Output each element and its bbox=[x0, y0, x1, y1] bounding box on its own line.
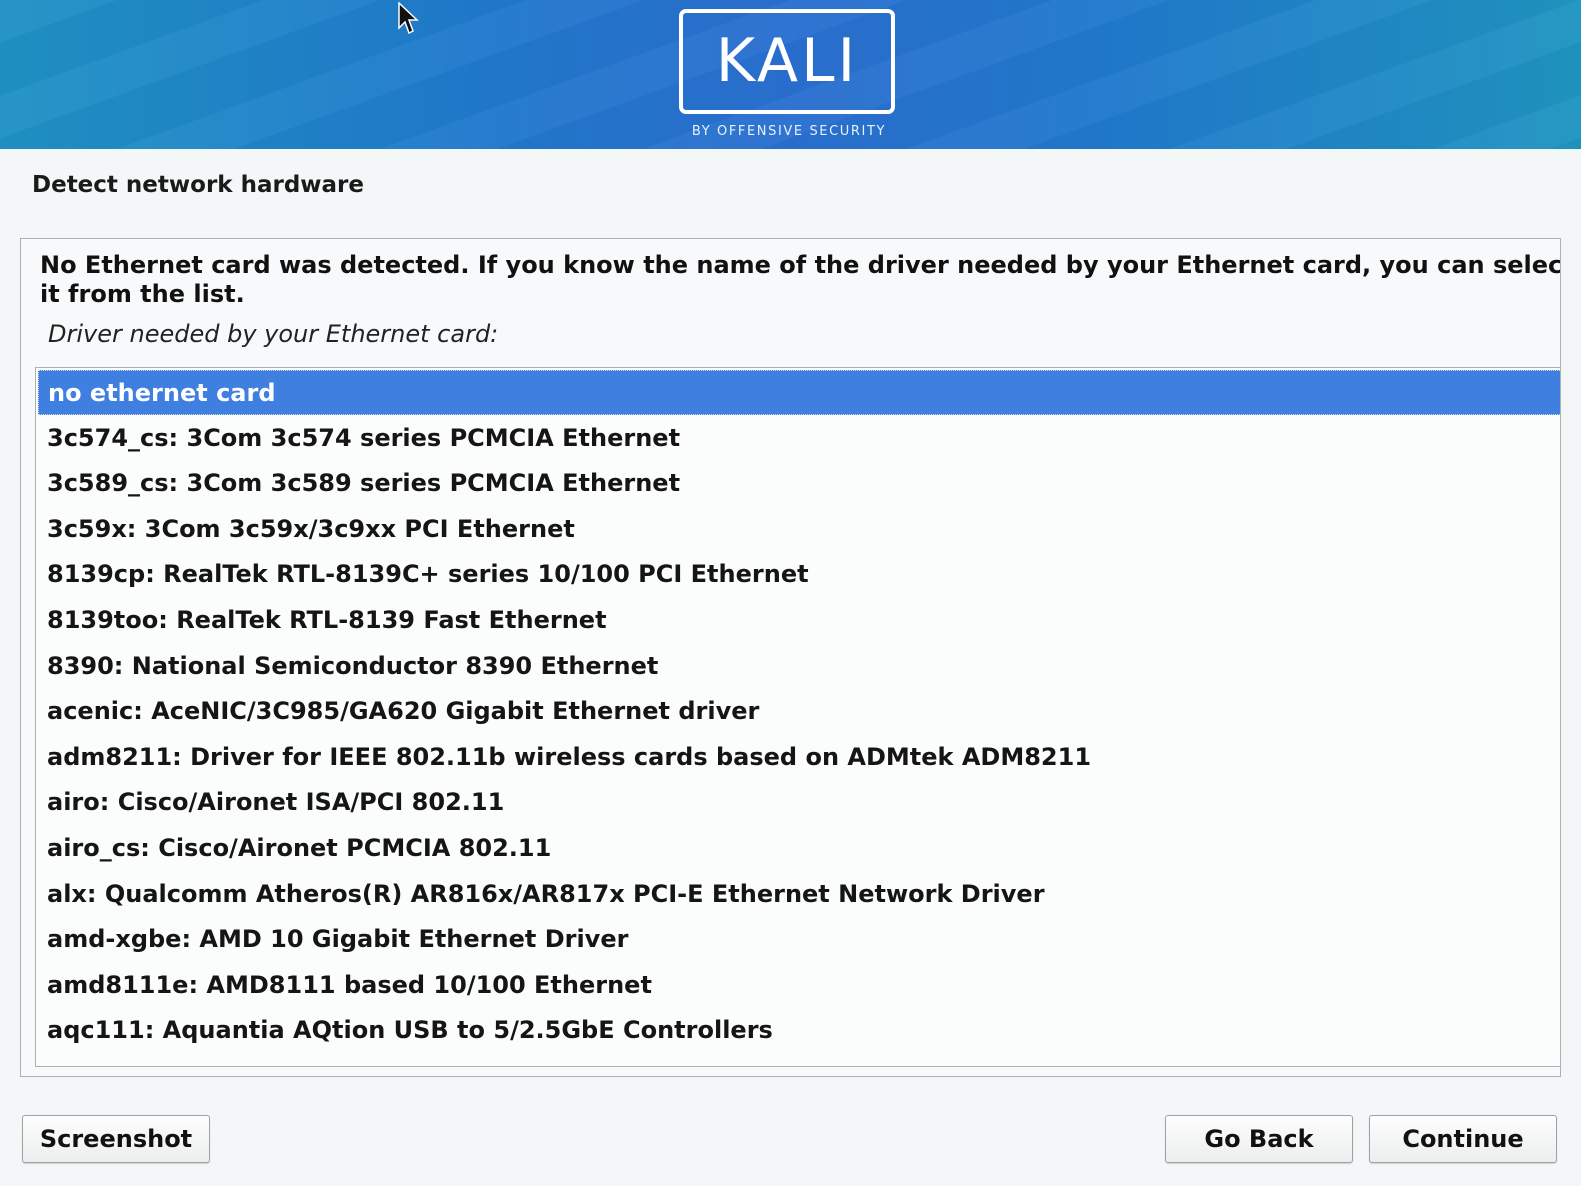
driver-list-item[interactable]: airo_cs: Cisco/Aironet PCMCIA 802.11 bbox=[38, 826, 1560, 871]
driver-list-item[interactable]: 3c589_cs: 3Com 3c589 series PCMCIA Ether… bbox=[38, 461, 1560, 506]
content-panel: No Ethernet card was detected. If you kn… bbox=[20, 238, 1561, 1077]
driver-list-item[interactable]: aqc111: Aquantia AQtion USB to 5/2.5GbE … bbox=[38, 1008, 1560, 1053]
driver-list-item[interactable]: 3c59x: 3Com 3c59x/3c9xx PCI Ethernet bbox=[38, 507, 1560, 552]
driver-list-item[interactable]: 3c574_cs: 3Com 3c574 series PCMCIA Ether… bbox=[38, 416, 1560, 461]
driver-list-item[interactable]: amd-xgbe: AMD 10 Gigabit Ethernet Driver bbox=[38, 917, 1560, 962]
driver-list-item[interactable]: 8390: National Semiconductor 8390 Ethern… bbox=[38, 644, 1560, 689]
step-title: Detect network hardware bbox=[32, 172, 364, 198]
continue-button[interactable]: Continue bbox=[1369, 1115, 1557, 1163]
driver-listbox[interactable]: no ethernet card 3c574_cs: 3Com 3c574 se… bbox=[35, 367, 1560, 1067]
driver-list-item[interactable]: adm8211: Driver for IEEE 802.11b wireles… bbox=[38, 735, 1560, 780]
detection-message: No Ethernet card was detected. If you kn… bbox=[40, 251, 1561, 308]
go-back-button[interactable]: Go Back bbox=[1165, 1115, 1353, 1163]
logo-text: KALI bbox=[715, 26, 859, 96]
driver-list-item[interactable]: airo: Cisco/Aironet ISA/PCI 802.11 bbox=[38, 780, 1560, 825]
logo-subtitle: BY OFFENSIVE SECURITY bbox=[691, 124, 887, 139]
kali-logo: KALI bbox=[679, 9, 895, 114]
mouse-pointer-icon bbox=[398, 2, 419, 35]
driver-list-item[interactable]: alx: Qualcomm Atheros(R) AR816x/AR817x P… bbox=[38, 872, 1560, 917]
screenshot-button[interactable]: Screenshot bbox=[22, 1115, 210, 1163]
kali-banner: KALI BY OFFENSIVE SECURITY bbox=[0, 0, 1581, 149]
driver-list-item[interactable]: no ethernet card bbox=[38, 370, 1560, 415]
driver-list-item[interactable]: 8139cp: RealTek RTL-8139C+ series 10/100… bbox=[38, 552, 1560, 597]
driver-list-item[interactable]: amd8111e: AMD8111 based 10/100 Ethernet bbox=[38, 963, 1560, 1008]
driver-question-label: Driver needed by your Ethernet card: bbox=[48, 320, 499, 348]
driver-list-item[interactable]: 8139too: RealTek RTL-8139 Fast Ethernet bbox=[38, 598, 1560, 643]
driver-list-item[interactable]: acenic: AceNIC/3C985/GA620 Gigabit Ether… bbox=[38, 689, 1560, 734]
